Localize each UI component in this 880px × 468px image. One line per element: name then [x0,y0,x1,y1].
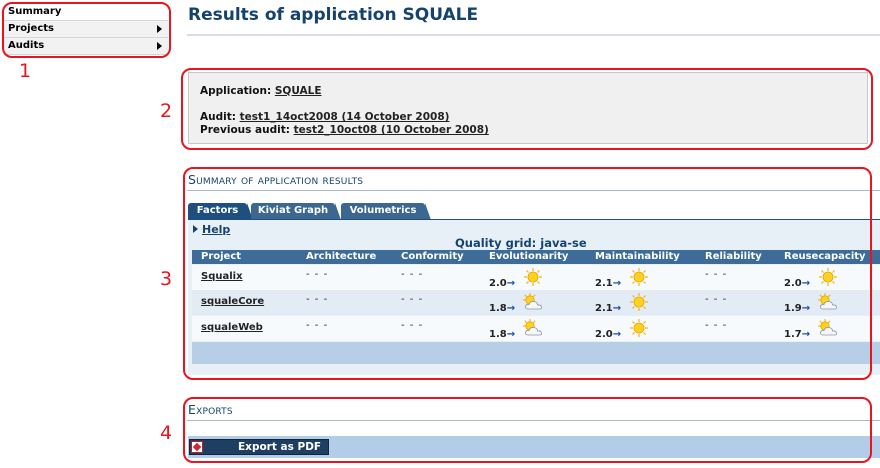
callout-box-2 [181,68,873,150]
callout-number-3: 3 [160,268,173,290]
page-title: Results of application SQUALE [188,5,479,25]
callout-number-2: 2 [160,100,173,122]
callout-box-4 [183,397,872,463]
title-divider [187,34,880,36]
callout-box-1 [2,2,171,58]
callout-number-1: 1 [19,60,32,82]
callout-box-3 [183,167,872,380]
callout-number-4: 4 [160,422,173,444]
